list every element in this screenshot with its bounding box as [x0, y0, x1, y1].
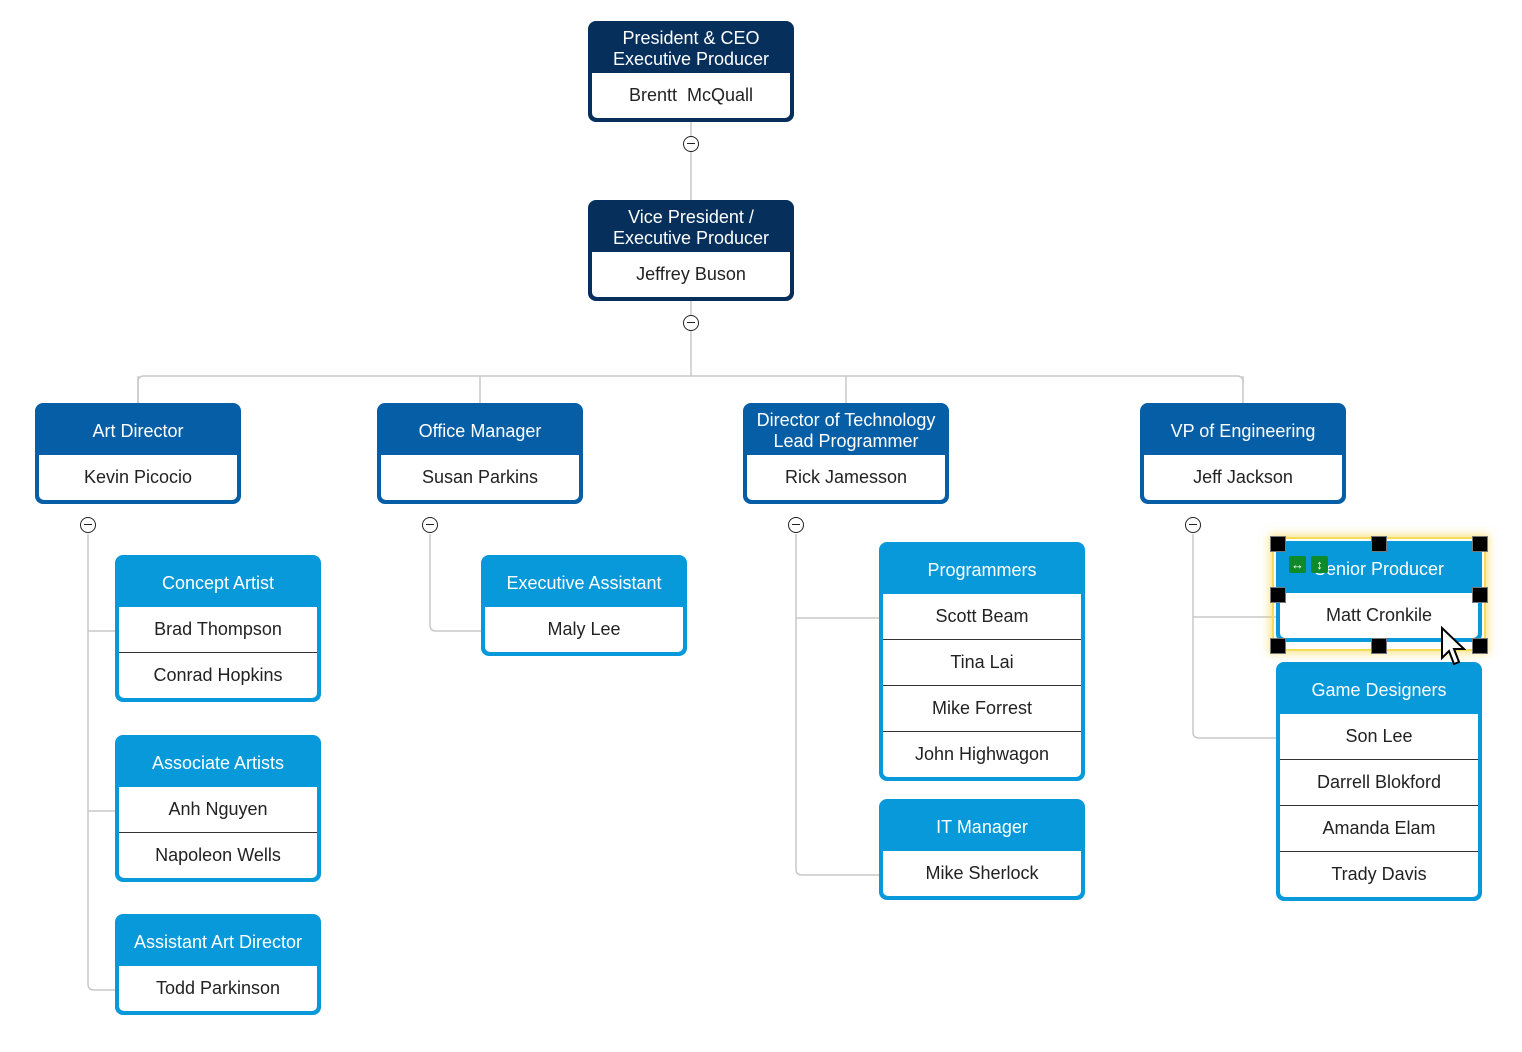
connector-vp-bus — [137, 375, 1244, 476]
resize-handle-se[interactable] — [1472, 638, 1488, 654]
collapse-minus-icon[interactable] — [788, 517, 804, 533]
resize-handle-ne[interactable] — [1472, 536, 1488, 552]
resize-vertical-icon[interactable]: ↕ — [1311, 556, 1328, 573]
member-name: Scott Beam — [935, 606, 1029, 626]
resize-handle-w[interactable] — [1270, 587, 1286, 603]
member-name: Anh Nguyen — [168, 799, 268, 819]
node-title: VP of Engineering — [1170, 420, 1316, 441]
node-title: Game Designers — [1311, 679, 1447, 700]
node-members: Scott Beam Tina Lai Mike Forrest John Hi… — [883, 594, 1081, 777]
node-title: Vice President / Executive Producer — [612, 207, 770, 248]
node-members: Susan Parkins — [381, 455, 579, 500]
member-name: Amanda Elam — [1280, 805, 1478, 851]
org-node-associate-artists[interactable]: Associate Artists Anh Nguyen Napoleon We… — [115, 735, 321, 882]
node-title: Concept Artist — [161, 572, 275, 593]
node-title: Associate Artists — [151, 752, 285, 773]
org-node-ceo[interactable]: President & CEO Executive Producer Brent… — [588, 21, 794, 122]
org-node-director-of-technology[interactable]: Director of Technology Lead Programmer R… — [743, 403, 949, 504]
member-name: Brentt McQuall — [628, 85, 754, 105]
node-title: President & CEO Executive Producer — [612, 28, 770, 69]
node-members: Brad Thompson Conrad Hopkins — [119, 607, 317, 698]
node-members: Kevin Picocio — [39, 455, 237, 500]
node-members: Rick Jamesson — [747, 455, 945, 500]
node-members: Todd Parkinson — [119, 966, 317, 1011]
collapse-minus-icon[interactable] — [80, 517, 96, 533]
connector-dir_tech-trunk — [795, 534, 803, 876]
node-members: Jeffrey Buson — [592, 252, 790, 297]
member-name: Darrell Blokford — [1280, 759, 1478, 805]
member-name: Tina Lai — [883, 639, 1081, 685]
org-node-game-designers[interactable]: Game Designers Son Lee Darrell Blokford … — [1276, 662, 1482, 901]
connector-art_director-trunk — [87, 534, 95, 991]
member-name: Trady Davis — [1280, 851, 1478, 897]
node-title: Director of Technology Lead Programmer — [756, 410, 936, 451]
org-node-programmers[interactable]: Programmers Scott Beam Tina Lai Mike For… — [879, 542, 1085, 781]
member-name: Mike Sherlock — [925, 863, 1039, 883]
node-title: Office Manager — [418, 420, 542, 441]
resize-handle-n[interactable] — [1371, 536, 1387, 552]
node-members: Maly Lee — [485, 607, 683, 652]
org-node-it-manager[interactable]: IT Manager Mike Sherlock — [879, 799, 1085, 900]
resize-handle-nw[interactable] — [1270, 536, 1286, 552]
member-name: Kevin Picocio — [83, 467, 193, 487]
member-name: Susan Parkins — [421, 467, 539, 487]
node-members: Jeff Jackson — [1144, 455, 1342, 500]
org-node-assistant-art-director[interactable]: Assistant Art Director Todd Parkinson — [115, 914, 321, 1015]
org-node-art-director[interactable]: Art Director Kevin Picocio — [35, 403, 241, 504]
node-title: Executive Assistant — [506, 572, 662, 593]
member-name: Conrad Hopkins — [119, 652, 317, 698]
member-name: Mike Forrest — [883, 685, 1081, 731]
resize-handle-sw[interactable] — [1270, 638, 1286, 654]
member-name: Jeff Jackson — [1193, 467, 1293, 487]
resize-handle-e[interactable] — [1472, 587, 1488, 603]
member-name: John Highwagon — [883, 731, 1081, 777]
node-members: Brentt McQuall — [592, 73, 790, 118]
node-title: Assistant Art Director — [133, 931, 303, 952]
node-title: IT Manager — [936, 816, 1028, 837]
member-name: Todd Parkinson — [155, 978, 281, 998]
node-members: Mike Sherlock — [883, 851, 1081, 896]
node-members: Son Lee Darrell Blokford Amanda Elam Tra… — [1280, 714, 1478, 897]
node-title: Senior Producer — [1313, 558, 1445, 579]
collapse-minus-icon[interactable] — [1185, 517, 1201, 533]
node-title: Programmers — [927, 559, 1037, 580]
collapse-minus-icon[interactable] — [422, 517, 438, 533]
org-node-vp[interactable]: Vice President / Executive Producer Jeff… — [588, 200, 794, 301]
member-name: Jeffrey Buson — [636, 264, 746, 284]
member-name: Rick Jamesson — [784, 467, 908, 487]
org-node-concept-artist[interactable]: Concept Artist Brad Thompson Conrad Hopk… — [115, 555, 321, 702]
org-node-office-manager[interactable]: Office Manager Susan Parkins — [377, 403, 583, 504]
resize-horizontal-icon[interactable]: ↔ — [1289, 556, 1306, 573]
member-name: Brad Thompson — [154, 619, 282, 639]
collapse-minus-icon[interactable] — [683, 136, 699, 152]
connector-vp_eng-trunk — [1192, 534, 1200, 739]
member-name: Son Lee — [1345, 726, 1413, 746]
resize-handle-s[interactable] — [1371, 638, 1387, 654]
mouse-pointer-icon — [1441, 626, 1466, 666]
collapse-minus-icon[interactable] — [683, 315, 699, 331]
node-title: Art Director — [92, 420, 184, 441]
member-name: Maly Lee — [547, 619, 621, 639]
node-members: Anh Nguyen Napoleon Wells — [119, 787, 317, 878]
connector-office_manager-trunk — [429, 534, 437, 632]
member-name: Napoleon Wells — [119, 832, 317, 878]
org-node-executive-assistant[interactable]: Executive Assistant Maly Lee — [481, 555, 687, 656]
org-node-vp-of-engineering[interactable]: VP of Engineering Jeff Jackson — [1140, 403, 1346, 504]
